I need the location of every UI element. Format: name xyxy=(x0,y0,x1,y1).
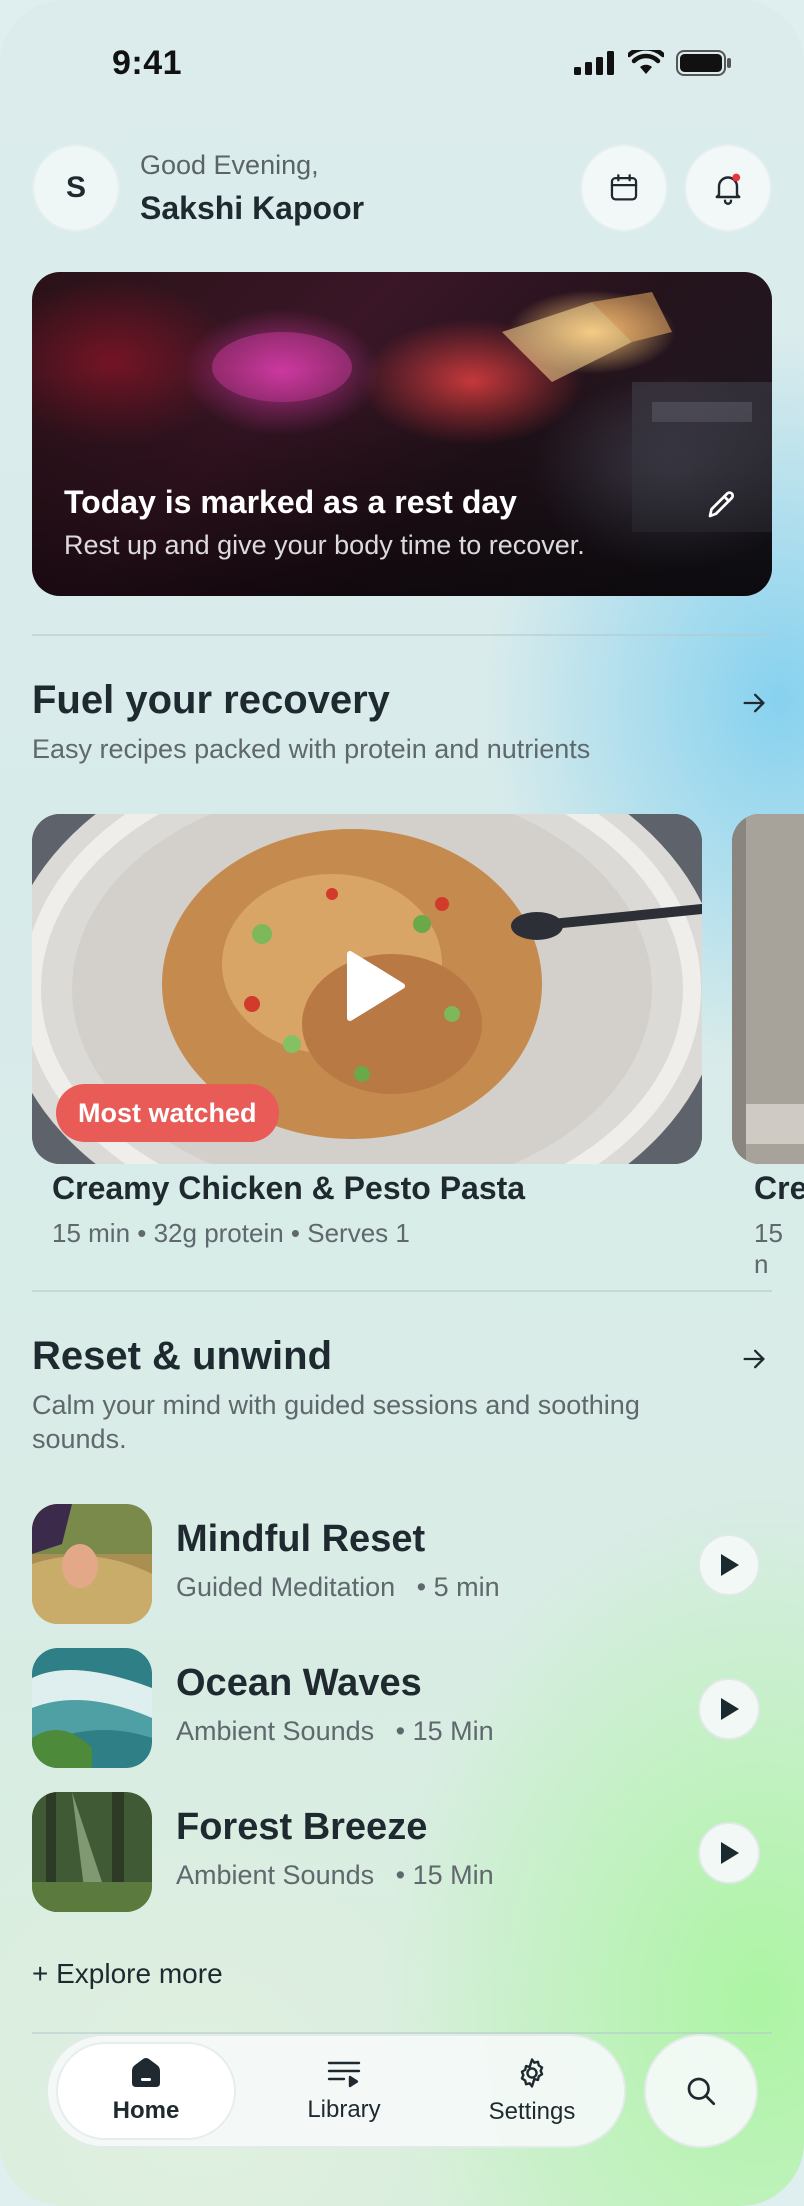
library-icon xyxy=(327,2061,361,2088)
calendar-icon xyxy=(610,174,638,201)
header: S Good Evening, Sakshi Kapoor xyxy=(32,144,772,232)
nav-settings[interactable]: Settings xyxy=(442,2042,622,2140)
notifications-button[interactable] xyxy=(684,144,772,232)
recipe-title[interactable]: Creamy Chicken & Pesto Pasta xyxy=(52,1170,525,1207)
session-meta: Guided Meditation • 5 min xyxy=(176,1572,500,1603)
recipe-meta: 15 min • 32g protein • Serves 1 xyxy=(52,1218,410,1248)
bell-icon xyxy=(715,173,741,205)
play-button[interactable] xyxy=(698,1822,760,1884)
recovery-section-subtitle: Easy recipes packed with protein and nut… xyxy=(32,734,591,764)
session-duration: • 5 min xyxy=(416,1572,500,1602)
arrow-right-icon[interactable] xyxy=(740,689,768,717)
session-type: Ambient Sounds xyxy=(176,1716,375,1746)
status-icons xyxy=(574,50,732,76)
play-icon xyxy=(721,1698,739,1720)
search-button[interactable] xyxy=(644,2034,758,2148)
session-thumbnail xyxy=(32,1792,152,1912)
hero-title: Today is marked as a rest day xyxy=(64,484,517,520)
recovery-section-title: Fuel your recovery xyxy=(32,678,390,722)
session-type: Ambient Sounds xyxy=(176,1860,375,1890)
play-button[interactable] xyxy=(698,1534,760,1596)
session-type: Guided Meditation xyxy=(176,1572,396,1602)
session-title: Ocean Waves xyxy=(176,1662,422,1704)
unwind-section-title: Reset & unwind xyxy=(32,1334,333,1378)
session-item[interactable]: Forest Breeze Ambient Sounds • 15 Min xyxy=(32,1792,772,1914)
arrow-right-icon[interactable] xyxy=(740,1345,768,1373)
battery-icon xyxy=(676,50,731,76)
session-title: Mindful Reset xyxy=(176,1518,426,1560)
nav-label: Home xyxy=(112,2097,180,2124)
avatar[interactable]: S xyxy=(32,144,120,232)
play-icon[interactable] xyxy=(342,950,406,1022)
play-button[interactable] xyxy=(698,1678,760,1740)
user-name: Sakshi Kapoor xyxy=(140,190,365,226)
recipe-card-next[interactable] xyxy=(732,814,804,1164)
nav-label: Library xyxy=(307,2096,381,2123)
recipe-meta-next: 15 n xyxy=(754,1218,783,1279)
app-screen: 9:41 S Good Evening, Sakshi Kapoor Today… xyxy=(0,0,804,2206)
divider xyxy=(32,634,772,636)
gear-icon xyxy=(520,2058,544,2088)
greeting-text: Good Evening, xyxy=(140,150,319,180)
recipe-title-next[interactable]: Cre xyxy=(754,1170,804,1207)
unwind-section-subtitle: Calm your mind with guided sessions and … xyxy=(32,1390,640,1454)
hero-subtitle: Rest up and give your body time to recov… xyxy=(64,530,585,560)
most-watched-badge: Most watched xyxy=(56,1084,279,1142)
session-item[interactable]: Mindful Reset Guided Meditation • 5 min xyxy=(32,1504,772,1626)
cellular-signal-icon xyxy=(574,51,614,75)
session-meta: Ambient Sounds • 15 Min xyxy=(176,1860,494,1891)
session-thumbnail xyxy=(32,1504,152,1624)
session-title: Forest Breeze xyxy=(176,1806,428,1848)
home-icon xyxy=(132,2058,160,2087)
status-time: 9:41 xyxy=(112,44,183,82)
nav-library[interactable]: Library xyxy=(254,2042,434,2140)
pencil-icon[interactable] xyxy=(704,486,740,522)
explore-more-link[interactable]: + Explore more xyxy=(32,1958,223,1990)
rest-day-card[interactable]: Today is marked as a rest day Rest up an… xyxy=(32,272,772,596)
session-duration: • 15 Min xyxy=(395,1860,494,1890)
nav-home[interactable]: Home xyxy=(56,2042,236,2140)
wifi-icon xyxy=(628,50,664,74)
session-item[interactable]: Ocean Waves Ambient Sounds • 15 Min xyxy=(32,1648,772,1770)
nav-label: Settings xyxy=(488,2098,576,2125)
play-icon xyxy=(721,1554,739,1576)
play-icon xyxy=(721,1842,739,1864)
notification-dot xyxy=(732,173,741,182)
session-thumbnail xyxy=(32,1648,152,1768)
calendar-button[interactable] xyxy=(580,144,668,232)
session-duration: • 15 Min xyxy=(395,1716,494,1746)
recipe-card[interactable]: Most watched xyxy=(32,814,702,1164)
session-meta: Ambient Sounds • 15 Min xyxy=(176,1716,494,1747)
status-bar: 9:41 xyxy=(0,0,804,130)
divider xyxy=(32,1290,772,1292)
search-icon xyxy=(687,2077,716,2106)
bottom-nav: Home Library Settings xyxy=(46,2034,626,2148)
recipe-image-next xyxy=(732,814,804,1164)
